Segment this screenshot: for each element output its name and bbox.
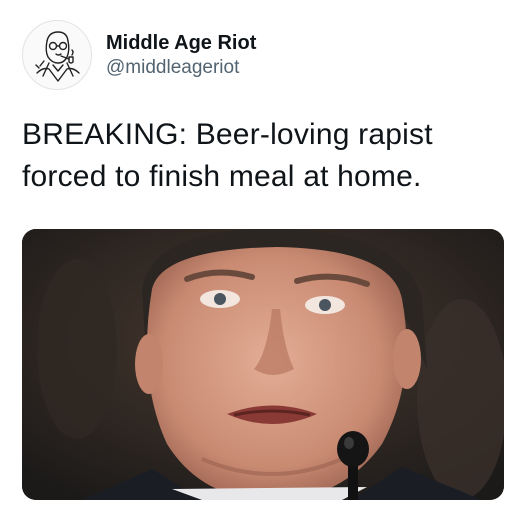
tweet-header: Middle Age Riot @middleageriot xyxy=(22,20,256,90)
avatar[interactable] xyxy=(22,20,92,90)
tweet-media[interactable] xyxy=(22,229,504,500)
account-handle[interactable]: @middleageriot xyxy=(106,56,256,80)
photo-portrait-icon xyxy=(22,229,504,500)
cartoon-man-pipe-avatar-icon xyxy=(35,31,80,82)
display-name[interactable]: Middle Age Riot xyxy=(106,31,256,55)
account-names: Middle Age Riot @middleageriot xyxy=(106,31,256,80)
tweet-text: BREAKING: Beer-loving rapist forced to f… xyxy=(22,118,433,193)
tweet-card: Middle Age Riot @middleageriot BREAKING:… xyxy=(0,0,526,526)
